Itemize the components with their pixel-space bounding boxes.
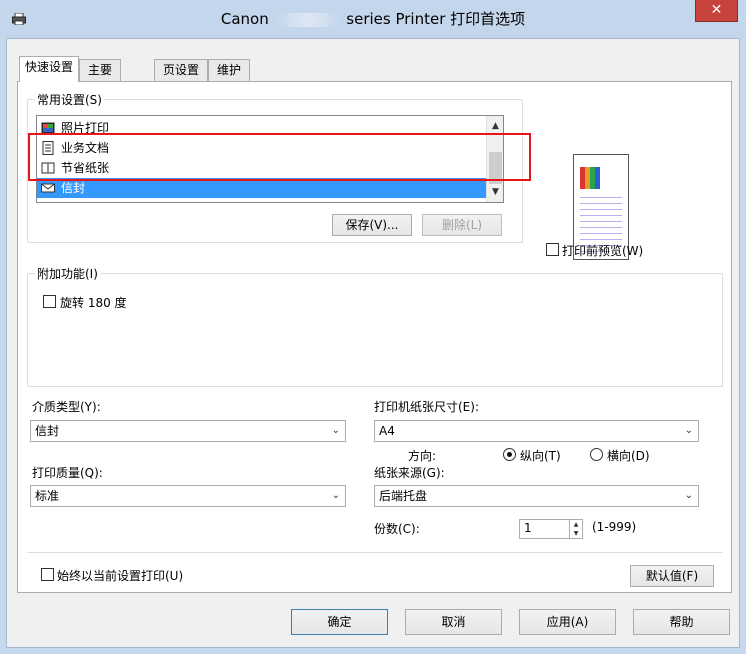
- cancel-button[interactable]: 取消: [405, 609, 502, 635]
- preview-line: [580, 239, 622, 240]
- delete-button[interactable]: 删除(L): [422, 214, 502, 236]
- printer-preferences-window: Canon series Printer 打印首选项 ✕ 快速设置 主要 页设置…: [0, 0, 746, 654]
- window-title-brand: Canon: [220, 10, 269, 28]
- preview-line: [580, 233, 622, 234]
- envelope-icon: [41, 183, 55, 193]
- print-quality-label: 打印质量(Q):: [32, 466, 103, 480]
- list-item-envelope[interactable]: 信封: [37, 178, 486, 198]
- tab-maintenance[interactable]: 维护: [208, 59, 250, 81]
- always-print-label: 始终以当前设置打印(U): [57, 569, 184, 583]
- preview-before-print-checkbox[interactable]: [546, 243, 559, 256]
- list-item-label: 信封: [61, 181, 86, 195]
- chevron-down-icon: ⌄: [684, 425, 693, 436]
- close-button[interactable]: ✕: [695, 0, 738, 22]
- preview-line: [580, 209, 622, 210]
- help-button[interactable]: 帮助: [633, 609, 730, 635]
- redacted-model-name: [275, 12, 340, 27]
- rotate-180-label: 旋转 180 度: [60, 296, 127, 310]
- save-button[interactable]: 保存(V)...: [332, 214, 412, 236]
- common-settings-label: 常用设置(S): [35, 91, 104, 108]
- media-type-value: 信封: [35, 424, 60, 438]
- window-title: Canon series Printer 打印首选项: [0, 8, 746, 29]
- copies-label: 份数(C):: [374, 522, 420, 536]
- print-quality-select[interactable]: 标准 ⌄: [30, 485, 346, 507]
- orientation-label: 方向:: [408, 449, 437, 463]
- chevron-down-icon: ⌄: [331, 425, 340, 436]
- printer-paper-size-label: 打印机纸张尺寸(E):: [374, 400, 479, 414]
- paper-source-value: 后端托盘: [379, 489, 428, 503]
- copies-range: (1-999): [592, 520, 637, 534]
- tab-main[interactable]: 主要: [79, 59, 121, 81]
- chevron-down-icon: ⌄: [684, 490, 693, 501]
- tab-quick-setup[interactable]: 快速设置: [19, 56, 79, 82]
- paper-source-select[interactable]: 后端托盘 ⌄: [374, 485, 699, 507]
- title-bar[interactable]: Canon series Printer 打印首选项 ✕: [0, 0, 746, 38]
- printer-paper-size-value: A4: [379, 424, 395, 438]
- chevron-down-icon: ⌄: [331, 490, 340, 501]
- media-type-select[interactable]: 信封 ⌄: [30, 420, 346, 442]
- preview-photo-block: [580, 167, 600, 189]
- printer-paper-size-select[interactable]: A4 ⌄: [374, 420, 699, 442]
- copies-value: 1: [524, 521, 532, 535]
- paper-source-label: 纸张来源(G):: [374, 466, 445, 480]
- always-print-checkbox[interactable]: [41, 568, 54, 581]
- ok-button[interactable]: 确定: [291, 609, 388, 635]
- orientation-portrait-label: 纵向(T): [520, 449, 561, 463]
- orientation-landscape-label: 横向(D): [607, 449, 650, 463]
- orientation-portrait-radio[interactable]: [503, 448, 516, 461]
- tab-page-setup[interactable]: 页设置: [154, 59, 208, 81]
- orientation-landscape-radio[interactable]: [590, 448, 603, 461]
- rotate-180-checkbox[interactable]: [43, 295, 56, 308]
- highlight-frame: [28, 133, 531, 181]
- preview-before-print-label: 打印前预览(W): [562, 244, 644, 258]
- window-title-rest: series Printer 打印首选项: [346, 10, 526, 28]
- preview-line: [580, 197, 622, 198]
- defaults-button[interactable]: 默认值(F): [630, 565, 714, 587]
- copies-spinner[interactable]: 1 ▲ ▼: [519, 519, 583, 539]
- additional-features-group: [27, 273, 723, 387]
- dialog-body: 快速设置 主要 页设置 维护 常用设置(S) 照片打印 业务文档 节省纸张 信封…: [6, 38, 740, 648]
- media-type-label: 介质类型(Y):: [32, 400, 101, 414]
- spinner-arrows-icon[interactable]: ▲ ▼: [569, 520, 582, 538]
- preview-line: [580, 221, 622, 222]
- additional-features-label: 附加功能(I): [35, 265, 100, 282]
- preview-line: [580, 203, 622, 204]
- separator: [27, 552, 723, 553]
- scroll-down-icon[interactable]: ▼: [487, 184, 503, 201]
- preview-line: [580, 215, 622, 216]
- preview-line: [580, 227, 622, 228]
- print-quality-value: 标准: [35, 489, 60, 503]
- apply-button[interactable]: 应用(A): [519, 609, 616, 635]
